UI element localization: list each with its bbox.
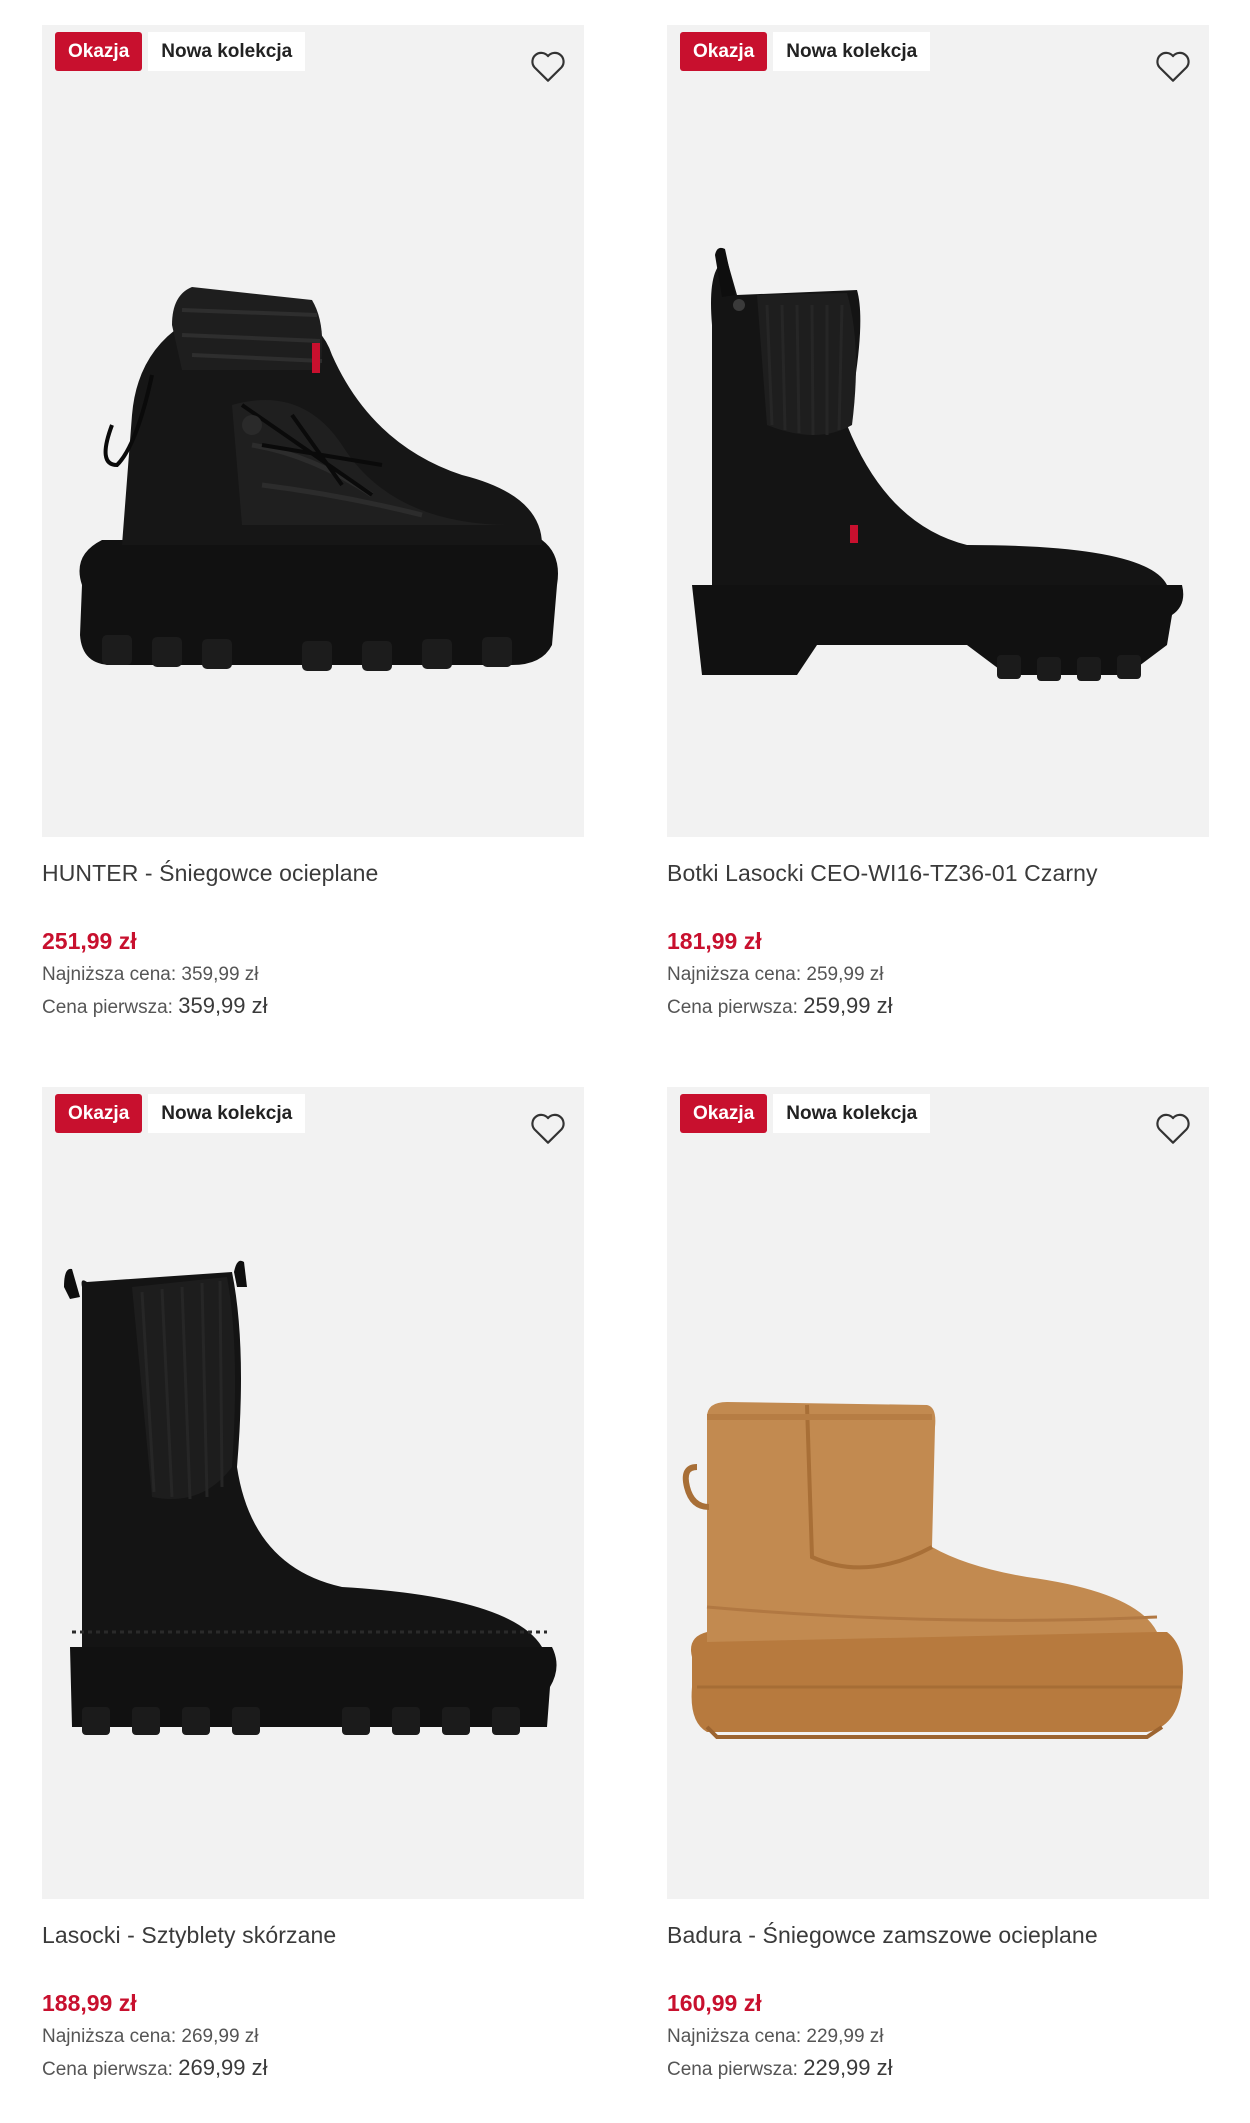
product-image-container[interactable]: Okazja Nowa kolekcja — [667, 25, 1209, 837]
sale-price: 188,99 zł — [42, 1990, 137, 2016]
badges: Okazja Nowa kolekcja — [55, 32, 306, 71]
lowest-price-label: Najniższa cena: — [667, 964, 802, 985]
lowest-price: Najniższa cena: 359,99 zł — [42, 963, 584, 987]
original-price-label: Cena pierwsza: — [667, 2059, 798, 2080]
product-name[interactable]: Botki Lasocki CEO-WI16-TZ36-01 Czarny — [667, 859, 1209, 887]
wishlist-heart-icon[interactable] — [1153, 47, 1193, 85]
wishlist-heart-icon[interactable] — [528, 47, 568, 85]
product-card[interactable]: Okazja Nowa kolekcja Botki Lasocki CEO-W… — [667, 25, 1209, 1021]
new-collection-badge: Nowa kolekcja — [148, 1094, 306, 1133]
sale-badge: Okazja — [55, 32, 143, 71]
lowest-price: Najniższa cena: 229,99 zł — [667, 2025, 1209, 2049]
badges: Okazja Nowa kolekcja — [680, 1094, 931, 1133]
product-name[interactable]: HUNTER - Śniegowce ocieplane — [42, 859, 584, 887]
lowest-price-label: Najniższa cena: — [42, 964, 177, 985]
product-image-container[interactable]: Okazja Nowa kolekcja — [42, 25, 584, 837]
new-collection-badge: Nowa kolekcja — [773, 32, 931, 71]
original-price-value: 259,99 zł — [803, 993, 893, 1018]
original-price-value: 359,99 zł — [178, 993, 268, 1018]
black-tall-chelsea-boot-image — [64, 1260, 557, 1735]
black-lace-up-snow-boot-image — [79, 287, 558, 671]
original-price-label: Cena pierwsza: — [667, 997, 798, 1018]
product-image-container[interactable]: Okazja Nowa kolekcja — [42, 1087, 584, 1899]
lowest-price-value: 269,99 zł — [181, 2026, 259, 2047]
lowest-price: Najniższa cena: 259,99 zł — [667, 963, 1209, 987]
product-name[interactable]: Badura - Śniegowce zamszowe ocieplane — [667, 1921, 1209, 1949]
wishlist-heart-icon[interactable] — [528, 1109, 568, 1147]
product-image-container[interactable]: Okazja Nowa kolekcja — [667, 1087, 1209, 1899]
product-card[interactable]: Okazja Nowa kolekcja Lasocki - Sztyblety… — [42, 1087, 584, 2083]
sale-price: 181,99 zł — [667, 928, 762, 954]
original-price-value: 229,99 zł — [803, 2055, 893, 2080]
original-price: Cena pierwsza: 269,99 zł — [42, 2055, 584, 2083]
sale-price: 251,99 zł — [42, 928, 137, 954]
product-grid: Okazja Nowa kolekcja HUNTER - Śniegowce … — [0, 0, 1250, 2123]
lowest-price-value: 229,99 zł — [806, 2026, 884, 2047]
sale-badge: Okazja — [680, 1094, 768, 1133]
black-chelsea-ankle-boot-image — [692, 247, 1184, 681]
sale-badge: Okazja — [680, 32, 768, 71]
badges: Okazja Nowa kolekcja — [55, 1094, 306, 1133]
new-collection-badge: Nowa kolekcja — [148, 32, 306, 71]
sale-badge: Okazja — [55, 1094, 143, 1133]
lowest-price: Najniższa cena: 269,99 zł — [42, 2025, 584, 2049]
wishlist-heart-icon[interactable] — [1153, 1109, 1193, 1147]
lowest-price-label: Najniższa cena: — [42, 2026, 177, 2047]
product-card[interactable]: Okazja Nowa kolekcja HUNTER - Śniegowce … — [42, 25, 584, 1021]
sale-price: 160,99 zł — [667, 1990, 762, 2016]
original-price-value: 269,99 zł — [178, 2055, 268, 2080]
original-price-label: Cena pierwsza: — [42, 997, 173, 1018]
new-collection-badge: Nowa kolekcja — [773, 1094, 931, 1133]
original-price: Cena pierwsza: 259,99 zł — [667, 993, 1209, 1021]
badges: Okazja Nowa kolekcja — [680, 32, 931, 71]
original-price: Cena pierwsza: 229,99 zł — [667, 2055, 1209, 2083]
lowest-price-value: 359,99 zł — [181, 964, 259, 985]
lowest-price-label: Najniższa cena: — [667, 2026, 802, 2047]
original-price: Cena pierwsza: 359,99 zł — [42, 993, 584, 1021]
product-name[interactable]: Lasocki - Sztyblety skórzane — [42, 1921, 584, 1949]
original-price-label: Cena pierwsza: — [42, 2059, 173, 2080]
lowest-price-value: 259,99 zł — [806, 964, 884, 985]
product-card[interactable]: Okazja Nowa kolekcja Badura - Śniegowce … — [667, 1087, 1209, 2083]
tan-suede-platform-boot-image — [682, 1402, 1183, 1739]
